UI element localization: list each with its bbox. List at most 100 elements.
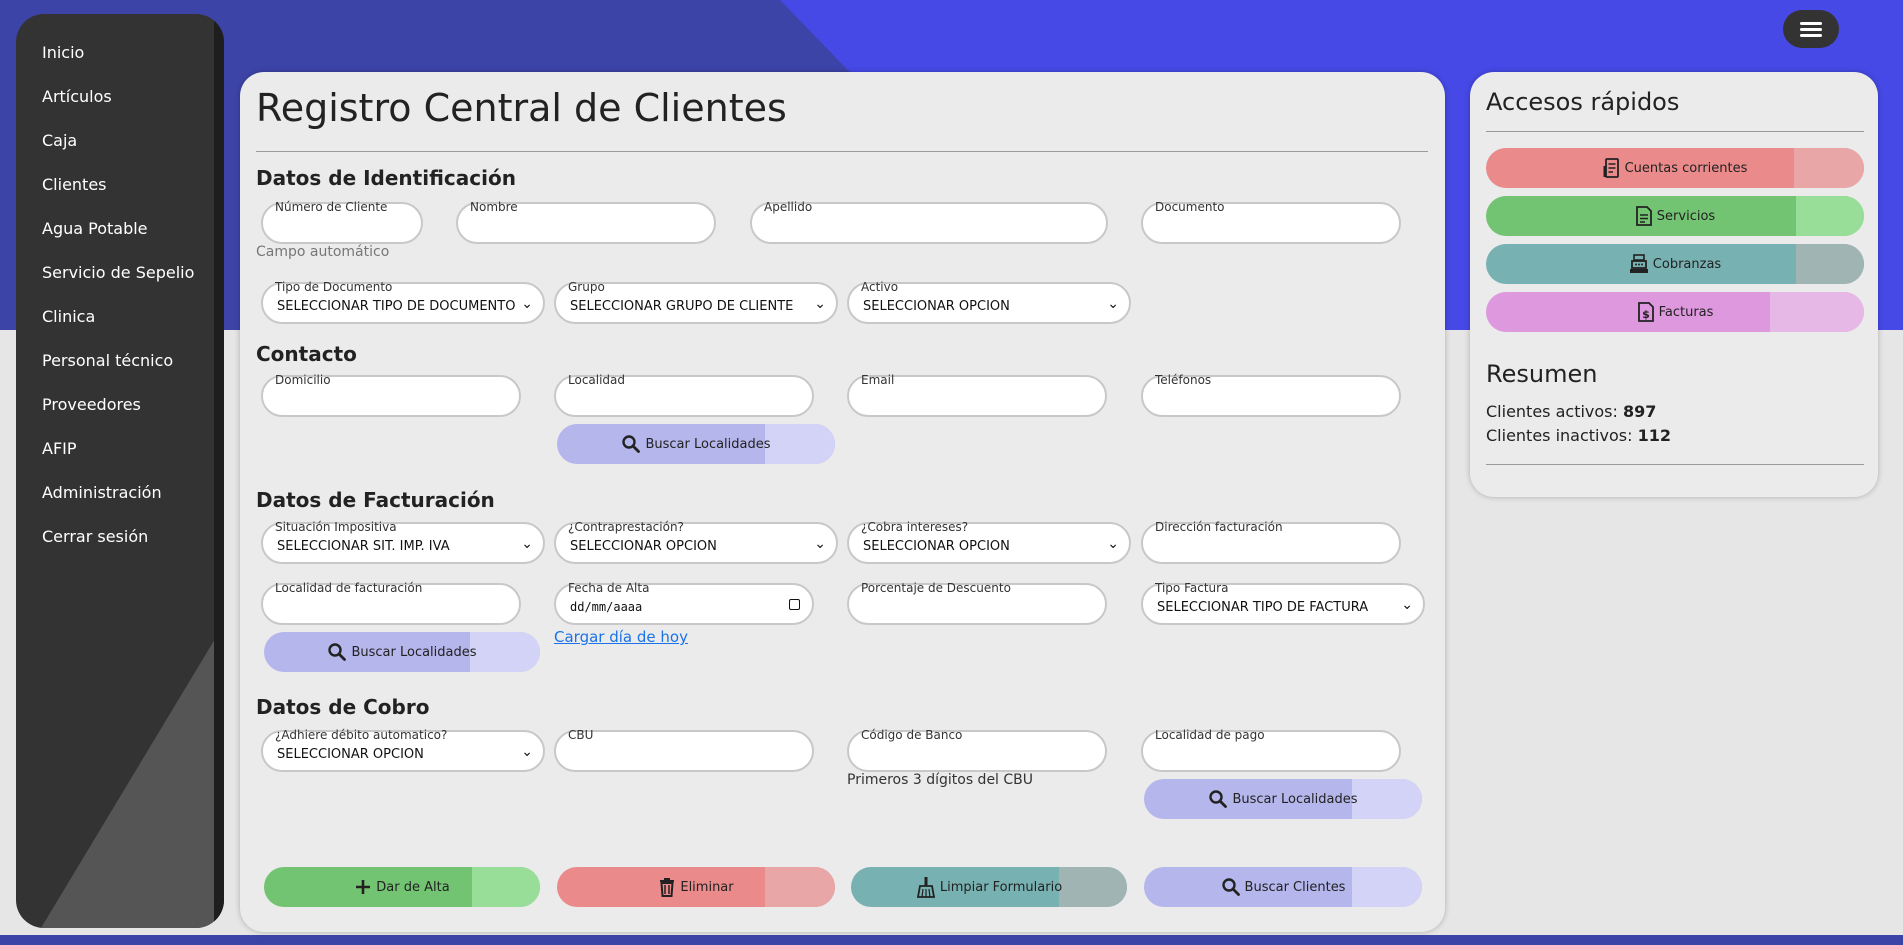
nombre-field[interactable]: Nombre xyxy=(456,200,716,244)
clientes-inactivos-stat: Clientes inactivos: 112 xyxy=(1486,426,1671,445)
clientes-activos-value: 897 xyxy=(1622,402,1657,421)
fecha-alta-label: Fecha de Alta xyxy=(568,581,650,595)
chevron-down-icon: ⌄ xyxy=(814,536,826,552)
cbu-label: CBU xyxy=(568,728,594,742)
buscar-localidades-facturacion-button[interactable]: Buscar Localidades xyxy=(264,632,540,672)
cargar-dia-hoy-link[interactable]: Cargar día de hoy xyxy=(554,628,688,646)
calendar-icon[interactable] xyxy=(789,599,800,610)
direccion-facturacion-field[interactable]: Dirección facturación xyxy=(1141,520,1401,564)
telefonos-field[interactable]: Teléfonos xyxy=(1141,373,1401,417)
codigo-banco-field[interactable]: Código de Banco xyxy=(847,728,1107,772)
bottom-strip xyxy=(0,935,1903,945)
situacion-impositiva-select[interactable]: Situación Impositiva SELECCIONAR SIT. IM… xyxy=(261,520,545,564)
porcentaje-descuento-field[interactable]: Porcentaje de Descuento xyxy=(847,581,1107,625)
sidebar-item-clinica[interactable]: Clinica xyxy=(16,304,224,348)
tipo-factura-label: Tipo Factura xyxy=(1155,581,1229,595)
quick-access-panel: Accesos rápidos Cuentas corrientes Servi… xyxy=(1470,72,1878,497)
buscar-localidades-contacto-button[interactable]: Buscar Localidades xyxy=(557,424,835,464)
limpiar-formulario-button[interactable]: Limpiar Formulario xyxy=(851,867,1127,907)
cobra-intereses-label: ¿Cobra intereses? xyxy=(861,520,969,534)
contraprestacion-select[interactable]: ¿Contraprestación? SELECCIONAR OPCIÓN ⌄ xyxy=(554,520,838,564)
search-icon xyxy=(1209,790,1228,808)
sidebar-item-caja[interactable]: Caja xyxy=(16,128,224,172)
tipo-factura-select[interactable]: Tipo Factura SELECCIONAR TIPO DE FACTURA… xyxy=(1141,581,1425,625)
activo-select[interactable]: Activo SELECCIONAR OPCIÓN ⌄ xyxy=(847,280,1131,324)
eliminar-button[interactable]: Eliminar xyxy=(557,867,835,907)
search-icon xyxy=(328,643,347,661)
clientes-activos-stat: Clientes activos: 897 xyxy=(1486,402,1656,421)
section-identificacion-title: Datos de Identificación xyxy=(256,166,516,190)
tipo-documento-select[interactable]: Tipo de Documento SELECCIONAR TIPO DE DO… xyxy=(261,280,545,324)
search-icon xyxy=(622,435,641,453)
clientes-inactivos-value: 112 xyxy=(1637,426,1671,445)
client-form-panel: Registro Central de Clientes Datos de Id… xyxy=(240,72,1445,932)
dar-de-alta-button[interactable]: Dar de Alta xyxy=(264,867,540,907)
chevron-down-icon: ⌄ xyxy=(521,744,533,760)
section-cobro-title: Datos de Cobro xyxy=(256,695,430,719)
cuentas-corrientes-button[interactable]: Cuentas corrientes xyxy=(1486,148,1864,188)
clientes-activos-label: Clientes activos: xyxy=(1486,402,1618,421)
numero-cliente-field[interactable]: Número de Cliente xyxy=(261,200,423,244)
sidebar-item-afip[interactable]: AFIP xyxy=(16,436,224,480)
localidad-pago-field[interactable]: Localidad de pago xyxy=(1141,728,1401,772)
codigo-banco-label: Código de Banco xyxy=(861,728,963,742)
apellido-field[interactable]: Apellido xyxy=(750,200,1108,244)
localidad-facturacion-field[interactable]: Localidad de facturación xyxy=(261,581,521,625)
cobranzas-button[interactable]: Cobranzas xyxy=(1486,244,1864,284)
sidebar-item-cerrar-sesion[interactable]: Cerrar sesión xyxy=(16,524,224,568)
buscar-clientes-label: Buscar Clientes xyxy=(1244,879,1346,895)
sidebar-item-agua-potable[interactable]: Agua Potable xyxy=(16,216,224,260)
plus-icon xyxy=(356,880,371,894)
sidebar-item-articulos[interactable]: Artículos xyxy=(16,84,224,128)
sidebar: Inicio Artículos Caja Clientes Agua Pota… xyxy=(16,14,224,928)
grupo-value: SELECCIONAR GRUPO DE CLIENTE xyxy=(570,299,794,314)
resumen-title: Resumen xyxy=(1486,360,1598,388)
grupo-select[interactable]: Grupo SELECCIONAR GRUPO DE CLIENTE ⌄ xyxy=(554,280,838,324)
quick-access-title: Accesos rápidos xyxy=(1486,88,1680,116)
cash-register-icon xyxy=(1629,254,1648,273)
facturas-button[interactable]: $ Facturas xyxy=(1486,292,1864,332)
activo-value: SELECCIONAR OPCIÓN xyxy=(863,299,1010,314)
documento-field[interactable]: Documento xyxy=(1141,200,1401,244)
fecha-alta-field[interactable]: Fecha de Alta dd/mm/aaaa xyxy=(554,581,814,625)
nombre-label: Nombre xyxy=(470,200,518,214)
domicilio-field[interactable]: Domicilio xyxy=(261,373,521,417)
cbu-field[interactable]: CBU xyxy=(554,728,814,772)
page-title: Registro Central de Clientes xyxy=(256,86,787,130)
localidad-label: Localidad xyxy=(568,373,626,387)
buscar-clientes-button[interactable]: Buscar Clientes xyxy=(1144,867,1422,907)
sidebar-item-personal-tecnico[interactable]: Personal técnico xyxy=(16,348,224,392)
localidad-field[interactable]: Localidad xyxy=(554,373,814,417)
cobranzas-label: Cobranzas xyxy=(1652,256,1722,272)
servicios-button[interactable]: Servicios xyxy=(1486,196,1864,236)
sidebar-item-clientes[interactable]: Clientes xyxy=(16,172,224,216)
clientes-inactivos-label: Clientes inactivos: xyxy=(1486,426,1633,445)
tipo-factura-value: SELECCIONAR TIPO DE FACTURA xyxy=(1157,600,1369,615)
apellido-label: Apellido xyxy=(764,200,813,214)
resumen-divider xyxy=(1486,464,1864,465)
chevron-down-icon: ⌄ xyxy=(1401,597,1413,613)
sidebar-item-administracion[interactable]: Administración xyxy=(16,480,224,524)
servicios-label: Servicios xyxy=(1656,208,1716,224)
invoice-dollar-icon: $ xyxy=(1637,302,1654,322)
debito-label: ¿Adhiere débito automatico? xyxy=(275,728,448,742)
menu-toggle-button[interactable] xyxy=(1783,10,1839,48)
email-field[interactable]: Email xyxy=(847,373,1107,417)
chevron-down-icon: ⌄ xyxy=(1107,296,1119,312)
svg-text:$: $ xyxy=(1642,308,1650,321)
cobra-intereses-select[interactable]: ¿Cobra intereses? SELECCIONAR OPCIÓN ⌄ xyxy=(847,520,1131,564)
tipo-documento-value: SELECCIONAR TIPO DE DOCUMENTO xyxy=(277,299,516,314)
codigo-banco-hint: Primeros 3 dígitos del CBU xyxy=(847,772,1034,788)
chevron-down-icon: ⌄ xyxy=(1107,536,1119,552)
debito-automatico-select[interactable]: ¿Adhiere débito automatico? SELECCIONAR … xyxy=(261,728,545,772)
sidebar-item-proveedores[interactable]: Proveedores xyxy=(16,392,224,436)
sidebar-item-sepelio[interactable]: Servicio de Sepelio xyxy=(16,260,224,304)
buscar-localidades-pago-button[interactable]: Buscar Localidades xyxy=(1144,779,1422,819)
contraprestacion-value: SELECCIONAR OPCIÓN xyxy=(570,539,717,554)
sidebar-item-inicio[interactable]: Inicio xyxy=(16,40,224,84)
chevron-down-icon: ⌄ xyxy=(814,296,826,312)
chevron-down-icon: ⌄ xyxy=(521,536,533,552)
domicilio-label: Domicilio xyxy=(275,373,331,387)
buscar-localidades-label: Buscar Localidades xyxy=(351,644,477,660)
documento-label: Documento xyxy=(1155,200,1225,214)
